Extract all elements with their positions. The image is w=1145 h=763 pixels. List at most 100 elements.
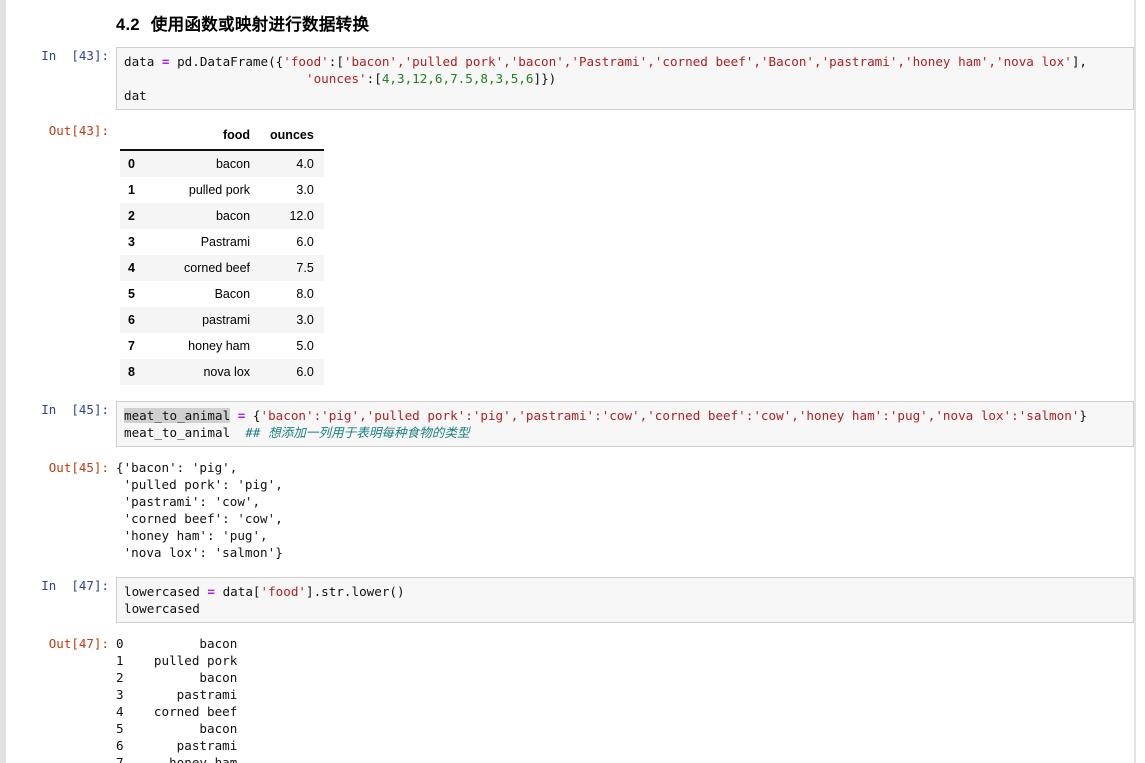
code-editor-45[interactable]: meat_to_animal = {'bacon':'pig','pulled … <box>116 401 1134 447</box>
code-editor-43[interactable]: data = pd.DataFrame({'food':['bacon','pu… <box>116 47 1134 110</box>
cell-ounces: 4.0 <box>260 150 324 177</box>
prompt-out-45: Out[45]: <box>48 460 109 475</box>
code-line-2: meat_to_animal ## 想添加一列用于表明每种食物的类型 <box>124 424 1133 441</box>
code-token-str-lower: ].str.lower() <box>306 584 405 599</box>
table-row: 3 Pastrami 6.0 <box>120 229 324 255</box>
code-token-dataframe-call: pd.DataFrame({ <box>169 54 284 69</box>
dict-output-line: 'nova lox': 'salmon'} <box>116 545 283 560</box>
dataframe-col-food: food <box>174 124 261 151</box>
table-row: 7 honey ham 5.0 <box>120 333 324 359</box>
row-index: 7 <box>128 339 135 353</box>
table-row: 1 pulled pork 3.0 <box>120 177 324 203</box>
code-token-varname-echo: meat_to_animal <box>124 425 231 440</box>
code-token-equals: = <box>207 584 215 599</box>
cell-ounces: 8.0 <box>296 287 314 301</box>
cell-ounces: 3.0 <box>296 183 314 197</box>
dataframe-table: food ounces 0 bacon 4.0 1 pulled pork 3.… <box>120 124 324 385</box>
row-index: 1 <box>128 183 135 197</box>
cell-ounces: 6.0 <box>296 235 314 249</box>
dataframe-col-ounces: ounces <box>260 124 324 151</box>
cell-out-43: Out[43]: food ounces 0 bacon 4.0 1 pulle… <box>6 122 1134 385</box>
code-line-2: 'ounces':[4,3,12,6,7.5,8,3,5,6]}) <box>124 70 1133 87</box>
row-index: 8 <box>120 359 174 385</box>
dataframe-wrapper: food ounces 0 bacon 4.0 1 pulled pork 3.… <box>116 122 1134 385</box>
series-output-line: 1 pulled pork <box>116 653 238 668</box>
code-token-comment: ## 想添加一列用于表明每种食物的类型 <box>245 425 470 440</box>
row-index: 6 <box>120 307 174 333</box>
series-output-line: 0 bacon <box>116 636 238 651</box>
row-index: 2 <box>120 203 174 229</box>
code-line-1: meat_to_animal = {'bacon':'pig','pulled … <box>124 407 1133 424</box>
output-area-45: {'bacon': 'pig', 'pulled pork': 'pig', '… <box>116 459 1134 561</box>
cell-in-47[interactable]: In [47]: lowercased = data['food'].str.l… <box>6 577 1134 623</box>
code-token-ounces-values: 4,3,12,6,7.5,8,3,5,6 <box>381 71 534 86</box>
prompt-in-43: In [43]: <box>41 48 109 63</box>
series-output-line: 4 corned beef <box>116 704 238 719</box>
code-line-1: data = pd.DataFrame({'food':['bacon','pu… <box>124 53 1133 70</box>
cell-food: pastrami <box>174 307 261 333</box>
prompt-in-45: In [45]: <box>41 402 109 417</box>
code-line-2: lowercased <box>124 601 200 616</box>
code-token-dict-entries: 'bacon':'pig','pulled pork':'pig','pastr… <box>260 408 1080 423</box>
dict-output-line: {'bacon': 'pig', <box>116 460 238 475</box>
page-title-number: 4.2 <box>116 16 140 34</box>
table-row: 4 corned beef 7.5 <box>120 255 324 281</box>
notebook-page: 4.2 使用函数或映射进行数据转换 In [43]: data = pd.Data… <box>6 0 1134 763</box>
prompt-in-47: In [47]: <box>41 578 109 593</box>
table-row: 8 nova lox 6.0 <box>120 359 324 385</box>
cell-food: Bacon <box>214 287 251 301</box>
page-title: 4.2 使用函数或映射进行数据转换 <box>6 0 1134 35</box>
row-index: 4 <box>120 255 174 281</box>
cell-ounces: 3.0 <box>260 307 324 333</box>
code-token-close-list: ], <box>1071 54 1087 69</box>
code-token-food-values: 'bacon','pulled pork','bacon','Pastrami'… <box>343 54 1072 69</box>
row-index: 0 <box>120 150 174 177</box>
prompt-out-47: Out[47]: <box>48 636 109 651</box>
dataframe-body: 0 bacon 4.0 1 pulled pork 3.0 2 bacon 12… <box>120 150 324 385</box>
cell-food: bacon <box>174 203 261 229</box>
code-token-ounces-open: :[ <box>366 71 382 86</box>
cell-in-45[interactable]: In [45]: meat_to_animal = {'bacon':'pig'… <box>6 401 1134 447</box>
code-token-ounces-close: ]}) <box>533 71 557 86</box>
page-scrollbar-track[interactable] <box>1134 0 1145 763</box>
code-token-ounces-key: 'ounces' <box>305 71 367 86</box>
code-token-open-list: :[ <box>328 54 344 69</box>
code-token-assign-target: data <box>124 54 162 69</box>
dataframe-head: food ounces <box>120 124 324 151</box>
cell-food: nova lox <box>174 359 261 385</box>
code-token-food-key: 'food' <box>283 54 329 69</box>
dict-output-line: 'pulled pork': 'pig', <box>116 477 283 492</box>
code-editor-47[interactable]: lowercased = data['food'].str.lower() lo… <box>116 577 1134 623</box>
prompt-out-43: Out[43]: <box>48 123 109 138</box>
table-row: 5 Bacon 8.0 <box>120 281 324 307</box>
code-line-1: lowercased = data['food'].str.lower() <box>124 583 1133 600</box>
code-token-selected-varname: meat_to_animal <box>124 408 231 423</box>
cell-out-45: Out[45]: {'bacon': 'pig', 'pulled pork':… <box>6 459 1134 561</box>
row-index: 5 <box>128 287 135 301</box>
series-output-line: 6 pastrami <box>116 738 238 753</box>
cell-ounces: 7.5 <box>260 255 324 281</box>
code-token-data-index: data[ <box>215 584 261 599</box>
dict-output-line: 'corned beef': 'cow', <box>116 511 283 526</box>
table-row: 6 pastrami 3.0 <box>120 307 324 333</box>
dict-output-line: 'pastrami': 'cow', <box>116 494 261 509</box>
code-token-assign-target: lowercased <box>124 584 208 599</box>
code-token-close-brace: } <box>1079 408 1087 423</box>
cell-food: corned beef <box>174 255 261 281</box>
row-index: 3 <box>128 235 135 249</box>
cell-food: bacon <box>174 150 261 177</box>
dict-output-line: 'honey ham': 'pug', <box>116 528 268 543</box>
series-output-line: 7 honey ham <box>116 755 238 763</box>
output-area-43: food ounces 0 bacon 4.0 1 pulled pork 3.… <box>116 122 1134 385</box>
cell-food: Pastrami <box>200 235 251 249</box>
cell-ounces: 5.0 <box>296 339 314 353</box>
cell-ounces: 6.0 <box>260 359 324 385</box>
cell-out-47: Out[47]: 0 bacon 1 pulled pork 2 bacon 3… <box>6 635 1134 763</box>
series-output-line: 2 bacon <box>116 670 238 685</box>
dataframe-header-row: food ounces <box>120 124 324 151</box>
cell-in-43[interactable]: In [43]: data = pd.DataFrame({'food':['b… <box>6 47 1134 110</box>
cell-food: honey ham <box>188 339 251 353</box>
code-token-food-key: 'food' <box>260 584 307 599</box>
output-area-47: 0 bacon 1 pulled pork 2 bacon 3 pastrami… <box>116 635 1134 763</box>
page-title-text: 使用函数或映射进行数据转换 <box>150 16 370 34</box>
